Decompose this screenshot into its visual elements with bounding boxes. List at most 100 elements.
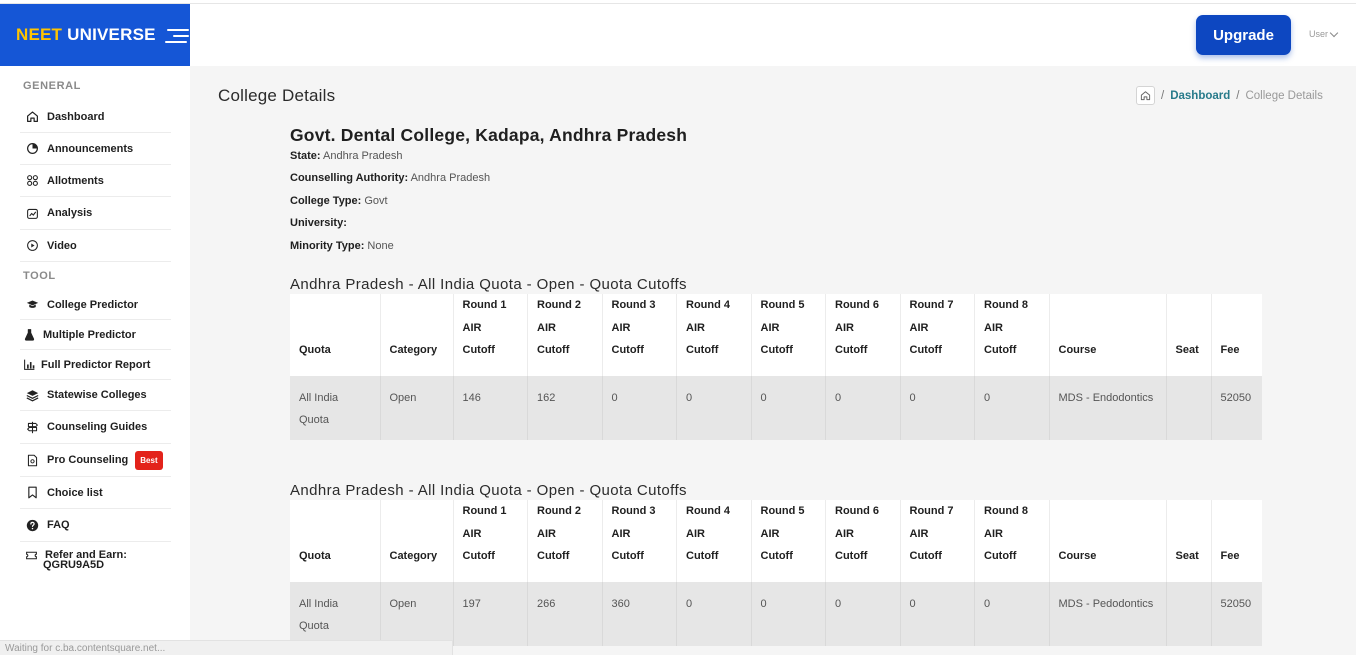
col-header-seat: Seat (1166, 500, 1212, 582)
sidebar-item-analysis[interactable]: Analysis (20, 197, 171, 230)
menu-toggle-icon[interactable] (164, 27, 189, 43)
table-row: All India Quota Open 146 162 0 0 0 0 0 0… (290, 375, 1262, 440)
cell-round-3: 0 (602, 375, 677, 440)
info-value: Andhra Pradesh (410, 172, 491, 184)
sidebar-item-faq[interactable]: FAQ (20, 509, 171, 542)
cutoff-table-title: Andhra Pradesh - All India Quota - Open … (290, 276, 687, 293)
cell-course: MDS - Endodontics (1049, 375, 1167, 440)
refer-code: QGRU9A5D (43, 559, 105, 571)
sidebar-item-label: Analysis (47, 207, 93, 219)
cell-round-7: 0 (900, 375, 975, 440)
cell-round-5: 0 (751, 375, 826, 440)
sidebar-item-label: FAQ (47, 519, 70, 531)
sidebar-item-choice-list[interactable]: Choice list (20, 477, 171, 509)
chart-icon (26, 207, 39, 220)
info-value: None (367, 240, 394, 252)
top-header: Upgrade User (190, 4, 1356, 66)
sidebar-item-dashboard[interactable]: Dashboard (20, 101, 171, 133)
cell-round-3: 360 (602, 581, 677, 646)
info-label: University: (290, 217, 347, 229)
flask-icon (23, 328, 36, 341)
browser-status-bar: Waiting for c.ba.contentsquare.net... (0, 640, 453, 655)
brand-logo[interactable]: NEET UNIVERSE (0, 4, 190, 66)
col-header-fee: Fee (1211, 500, 1262, 582)
sidebar-item-label: Multiple Predictor (43, 328, 136, 341)
col-header-round-2: Round 2 AIR Cutoff (527, 500, 603, 582)
info-minority-type: Minority Type: None (290, 240, 394, 252)
sidebar-item-counseling-guides[interactable]: Counseling Guides (20, 411, 171, 444)
info-value: Andhra Pradesh (323, 150, 403, 162)
col-header-round-3: Round 3 AIR Cutoff (602, 500, 677, 582)
college-name: Govt. Dental College, Kadapa, Andhra Pra… (290, 125, 688, 145)
sidebar-item-label: Video (47, 239, 77, 252)
sidebar-item-label: Statewise Colleges (47, 389, 147, 401)
breadcrumb-dashboard-link[interactable]: Dashboard (1170, 90, 1230, 102)
sidebar-item-college-predictor[interactable]: College Predictor (20, 290, 171, 320)
home-icon[interactable] (1136, 86, 1155, 105)
col-header-round-7: Round 7 AIR Cutoff (900, 294, 975, 376)
info-label: State: (290, 150, 321, 162)
cell-round-2: 266 (527, 581, 603, 646)
sidebar-item-statewise-colleges[interactable]: Statewise Colleges (20, 380, 171, 411)
ticket-icon (25, 549, 38, 562)
table-row: All India Quota Open 197 266 360 0 0 0 0… (290, 581, 1262, 646)
cell-round-6: 0 (825, 375, 901, 440)
col-header-round-3: Round 3 AIR Cutoff (602, 294, 677, 376)
table-header-row: Quota Category Round 1 AIR Cutoff Round 2A… (290, 294, 1262, 376)
sidebar-item-allotments[interactable]: Allotments (20, 165, 171, 197)
sidebar-item-multiple-predictor[interactable]: Multiple Predictor (20, 320, 171, 350)
info-counselling-authority: Counselling Authority: Andhra Pradesh (290, 172, 490, 184)
breadcrumb: / Dashboard / College Details (1136, 86, 1323, 105)
info-value: Govt (364, 195, 388, 207)
cell-seat (1166, 375, 1212, 440)
cell-quota: All India Quota (290, 375, 381, 440)
breadcrumb-current: College Details (1245, 89, 1323, 102)
document-icon (26, 454, 39, 467)
info-college-type: College Type: Govt (290, 195, 388, 207)
cell-round-2: 162 (527, 375, 603, 440)
brand-word-universe: UNIVERSE (67, 25, 156, 44)
cell-fee: 52050 (1211, 581, 1262, 646)
refer-text: Refer and Earn: QGRU9A5D (43, 550, 127, 571)
sidebar-item-label: Full Predictor Report (41, 358, 151, 371)
cell-round-1: 197 (453, 581, 528, 646)
pie-chart-icon (26, 142, 39, 155)
sidebar-item-label: Dashboard (47, 110, 105, 123)
grid-icon (26, 174, 39, 187)
cell-fee: 52050 (1211, 375, 1262, 440)
col-header-round-2: Round 2 AIR Cutoff (527, 294, 603, 376)
cell-round-6: 0 (825, 581, 901, 646)
sidebar-item-video[interactable]: Video (20, 230, 171, 262)
upgrade-button[interactable]: Upgrade (1196, 15, 1291, 55)
sidebar-item-refer-and-earn[interactable]: Refer and Earn: QGRU9A5D (20, 550, 171, 576)
cell-quota: All India Quota (290, 581, 381, 646)
brand-word-neet: NEET (16, 25, 63, 44)
col-header-fee: Fee (1211, 294, 1262, 376)
section-label-tool: TOOL (23, 270, 56, 282)
cell-seat (1166, 581, 1212, 646)
cutoff-table-title: Andhra Pradesh - All India Quota - Open … (290, 482, 687, 499)
col-header-seat: Seat (1166, 294, 1212, 376)
info-state: State: Andhra Pradesh (290, 150, 403, 162)
cell-round-4: 0 (676, 581, 752, 646)
info-university: University: (290, 217, 347, 229)
cell-category: Open (380, 375, 454, 440)
col-header-round-4: Round 4 AIR Cutoff (676, 294, 752, 376)
breadcrumb-separator: / (1236, 89, 1240, 102)
sidebar-item-pro-counseling[interactable]: Pro Counseling Best (20, 444, 171, 477)
sidebar-item-announcements[interactable]: Announcements (20, 133, 171, 165)
section-label-general: GENERAL (23, 80, 81, 92)
col-header-round-8: Round 8 AIR Cutoff (974, 294, 1050, 376)
sidebar: GENERAL Dashboard Announcements Allotmen… (0, 66, 190, 655)
col-header-round-6: Round 6 AIR Cutoff (825, 294, 901, 376)
col-header-quota: Quota (290, 500, 381, 582)
col-header-round-1: Round 1 AIR Cutoff (453, 294, 528, 376)
signpost-icon (26, 421, 39, 434)
cell-course: MDS - Pedodontics (1049, 581, 1167, 646)
bookmark-icon (26, 486, 39, 499)
cell-round-5: 0 (751, 581, 826, 646)
sidebar-item-full-predictor-report[interactable]: Full Predictor Report (20, 350, 171, 380)
cell-round-7: 0 (900, 581, 975, 646)
user-menu[interactable]: User (1309, 28, 1339, 39)
user-label: User (1309, 29, 1329, 39)
